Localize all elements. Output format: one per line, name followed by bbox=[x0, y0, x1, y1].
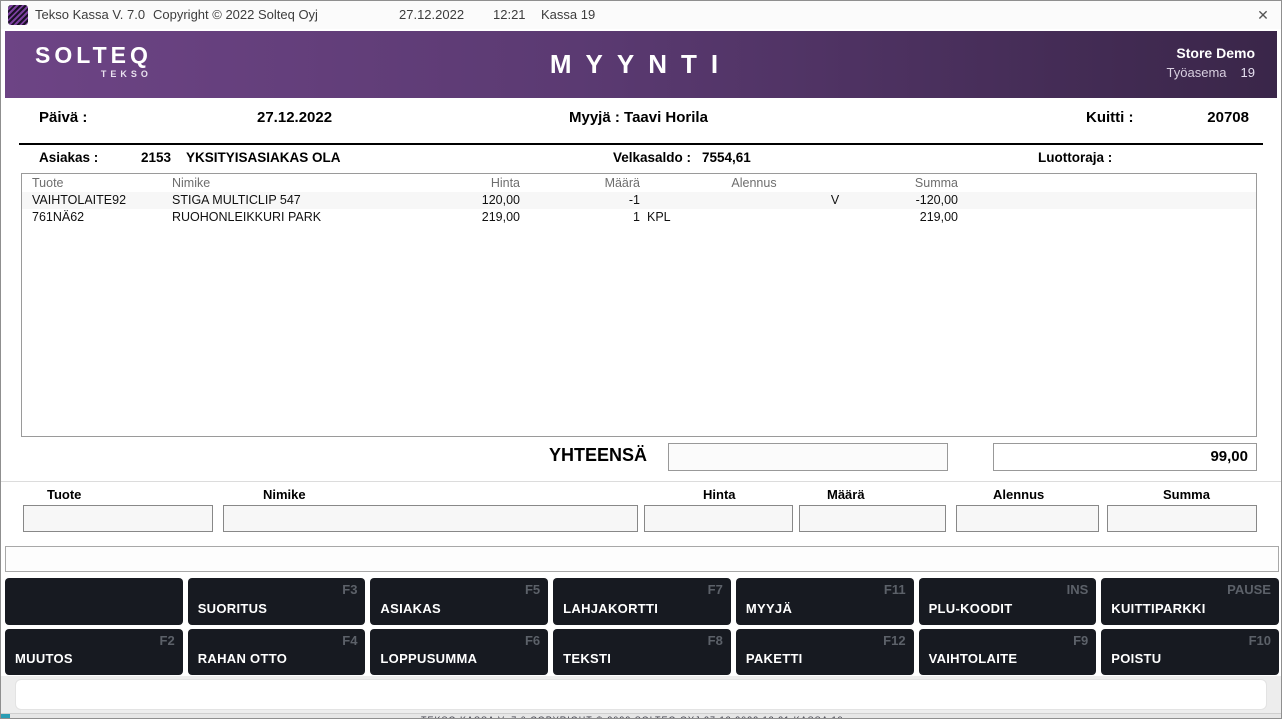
total-row: YHTEENSÄ 99,00 bbox=[1, 443, 1281, 473]
scan-input-bar[interactable] bbox=[5, 546, 1279, 572]
col-header-tuote: Tuote bbox=[22, 174, 172, 192]
vaihtolaite-button[interactable]: VAIHTOLAITE F9 bbox=[919, 629, 1097, 675]
col-header-hinta: Hinta bbox=[362, 174, 520, 192]
credit-limit-label: Luottoraja : bbox=[1038, 150, 1112, 165]
divider-line bbox=[19, 143, 1263, 145]
entry-label-alennus: Alennus bbox=[993, 487, 1044, 502]
col-header-nimike: Nimike bbox=[172, 174, 362, 192]
col-header-maara: Määrä bbox=[520, 174, 640, 192]
cell-flag bbox=[824, 209, 846, 226]
titlebar-time: 12:21 bbox=[493, 7, 526, 22]
entry-field-maara[interactable] bbox=[799, 505, 946, 532]
entry-label-maara: Määrä bbox=[827, 487, 865, 502]
clipped-status-strip: TEKSO KASSA V. 7.0 COPYRIGHT © 2022 SOLT… bbox=[1, 713, 1281, 719]
customer-label: Asiakas : bbox=[39, 150, 98, 165]
cell-summa: -120,00 bbox=[846, 192, 958, 209]
receipt-number: 20708 bbox=[1207, 109, 1249, 126]
sale-info-row: Päivä : 27.12.2022 Myyjä : Taavi Horila … bbox=[1, 109, 1281, 135]
col-header-summa: Summa bbox=[846, 174, 958, 192]
customer-name: YKSITYISASIAKAS OLA bbox=[186, 150, 341, 165]
myyja-button[interactable]: MYYJÄ F11 bbox=[736, 578, 914, 625]
cell-maara: -1 bbox=[520, 192, 640, 209]
workstation-number: 19 bbox=[1241, 65, 1255, 80]
col-header-alennus: Alennus bbox=[684, 174, 824, 192]
entry-labels-row: Tuote Nimike Hinta Määrä Alennus Summa bbox=[1, 487, 1281, 503]
copyright-text: Copyright © 2022 Solteq Oyj bbox=[153, 7, 318, 22]
debt-value: 7554,61 bbox=[702, 150, 751, 165]
message-display-box bbox=[15, 679, 1267, 710]
main-area: SOLTEQ TEKSO MYYNTI Store Demo Työasema1… bbox=[1, 29, 1281, 719]
footer-area: TEKSO KASSA V. 7.0 COPYRIGHT © 2022 SOLT… bbox=[1, 676, 1281, 719]
receipt-lines-table: Tuote Nimike Hinta Määrä Alennus Summa V… bbox=[21, 173, 1257, 437]
pos-window: Tekso Kassa V. 7.0 Copyright © 2022 Solt… bbox=[0, 0, 1282, 719]
store-name: Store Demo bbox=[1167, 45, 1255, 61]
teksti-button[interactable]: TEKSTI F8 bbox=[553, 629, 731, 675]
window-title: Tekso Kassa V. 7.0 bbox=[35, 7, 145, 22]
entry-field-hinta[interactable] bbox=[644, 505, 793, 532]
date-label: Päivä : bbox=[39, 109, 87, 126]
entry-field-summa[interactable] bbox=[1107, 505, 1257, 532]
brand-bar: SOLTEQ TEKSO MYYNTI Store Demo Työasema1… bbox=[5, 31, 1277, 98]
table-header-row: Tuote Nimike Hinta Määrä Alennus Summa bbox=[22, 174, 1256, 192]
entry-field-alennus[interactable] bbox=[956, 505, 1099, 532]
titlebar-register: Kassa 19 bbox=[541, 7, 595, 22]
paketti-button[interactable]: PAKETTI F12 bbox=[736, 629, 914, 675]
asiakas-button[interactable]: ASIAKAS F5 bbox=[370, 578, 548, 625]
cell-nimike: STIGA MULTICLIP 547 bbox=[172, 192, 362, 209]
entry-label-nimike: Nimike bbox=[263, 487, 306, 502]
cell-summa: 219,00 bbox=[846, 209, 958, 226]
cell-maara: 1 bbox=[520, 209, 640, 226]
cell-tuote: 761NÄ62 bbox=[22, 209, 172, 226]
titlebar-date: 27.12.2022 bbox=[399, 7, 464, 22]
plu-koodit-button[interactable]: PLU-KOODIT INS bbox=[919, 578, 1097, 625]
app-icon bbox=[8, 5, 28, 25]
cell-tuote: VAIHTOLAITE92 bbox=[22, 192, 172, 209]
page-title: MYYNTI bbox=[5, 49, 1277, 80]
store-info: Store Demo Työasema 19 bbox=[1167, 45, 1255, 80]
clipped-status-text: TEKSO KASSA V. 7.0 COPYRIGHT © 2022 SOLT… bbox=[421, 715, 844, 719]
entry-label-hinta: Hinta bbox=[703, 487, 736, 502]
entry-label-tuote: Tuote bbox=[47, 487, 81, 502]
cell-flag: V bbox=[824, 192, 846, 209]
loppusumma-button[interactable]: LOPPUSUMMA F6 bbox=[370, 629, 548, 675]
entry-field-nimike[interactable] bbox=[223, 505, 638, 532]
cell-nimike: RUOHONLEIKKURI PARK bbox=[172, 209, 362, 226]
workstation-label: Työasema bbox=[1167, 65, 1227, 80]
seller-value: Myyjä : Taavi Horila bbox=[569, 109, 708, 126]
cell-hinta: 120,00 bbox=[362, 192, 520, 209]
entry-field-tuote[interactable] bbox=[23, 505, 213, 532]
date-value: 27.12.2022 bbox=[257, 109, 332, 126]
table-row[interactable]: VAIHTOLAITE92 STIGA MULTICLIP 547 120,00… bbox=[22, 192, 1256, 209]
debt-label: Velkasaldo : bbox=[613, 150, 691, 165]
entry-label-summa: Summa bbox=[1163, 487, 1210, 502]
receipt-label: Kuitti : bbox=[1086, 109, 1133, 126]
fkey-blank-button[interactable] bbox=[5, 578, 183, 625]
cell-alennus bbox=[684, 192, 824, 209]
kuittiparkki-button[interactable]: KUITTIPARKKI PAUSE bbox=[1101, 578, 1279, 625]
customer-number: 2153 bbox=[141, 150, 171, 165]
title-bar: Tekso Kassa V. 7.0 Copyright © 2022 Solt… bbox=[1, 1, 1281, 29]
suoritus-button[interactable]: SUORITUS F3 bbox=[188, 578, 366, 625]
total-entry-field[interactable] bbox=[668, 443, 948, 471]
taskbar-accent bbox=[1, 713, 10, 719]
table-row[interactable]: 761NÄ62 RUOHONLEIKKURI PARK 219,00 1 KPL… bbox=[22, 209, 1256, 226]
section-divider bbox=[1, 481, 1281, 482]
customer-info-row: Asiakas : 2153 YKSITYISASIAKAS OLA Velka… bbox=[1, 150, 1281, 170]
cell-hinta: 219,00 bbox=[362, 209, 520, 226]
cell-alennus bbox=[684, 209, 824, 226]
function-key-grid: SUORITUS F3 ASIAKAS F5 LAHJAKORTTI F7 MY… bbox=[5, 578, 1279, 676]
total-label: YHTEENSÄ bbox=[549, 445, 647, 466]
muutos-button[interactable]: MUUTOS F2 bbox=[5, 629, 183, 675]
cell-unit: KPL bbox=[640, 209, 684, 226]
poistu-button[interactable]: POISTU F10 bbox=[1101, 629, 1279, 675]
total-amount: 99,00 bbox=[993, 443, 1257, 471]
rahan-otto-button[interactable]: RAHAN OTTO F4 bbox=[188, 629, 366, 675]
cell-unit bbox=[640, 192, 684, 209]
lahjakortti-button[interactable]: LAHJAKORTTI F7 bbox=[553, 578, 731, 625]
close-icon[interactable]: ✕ bbox=[1249, 2, 1277, 28]
